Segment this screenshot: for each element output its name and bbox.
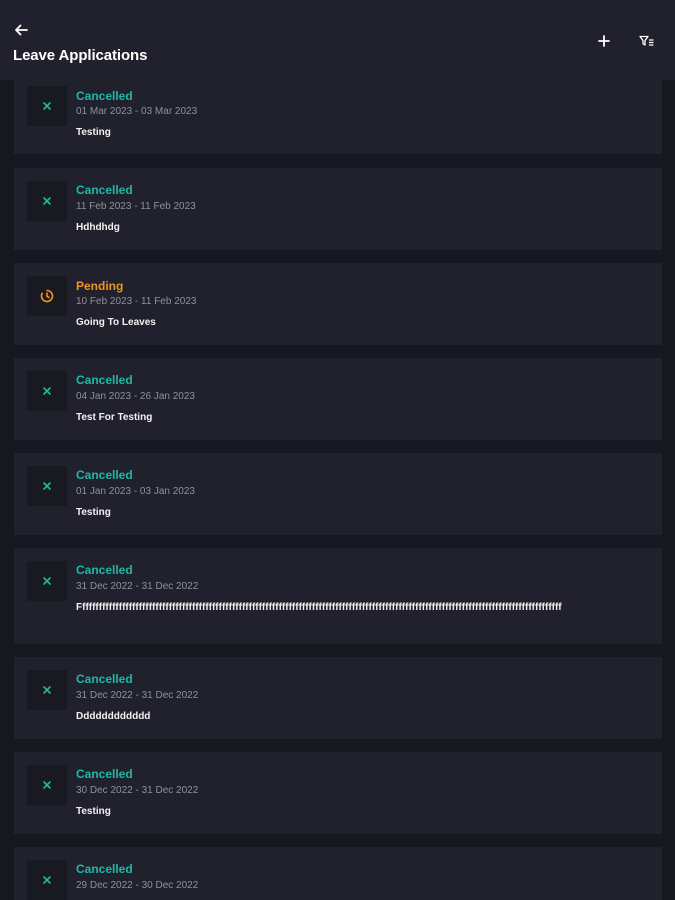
- leave-status: Cancelled: [76, 672, 133, 686]
- leave-status: Cancelled: [76, 563, 133, 577]
- app-screen: Cancelled 01 Mar 2023 - 03 Mar 2023 Test…: [0, 0, 675, 900]
- page-title: Leave Applications: [13, 47, 148, 64]
- cancelled-icon: [27, 86, 67, 126]
- arrow-left-icon: [15, 24, 28, 36]
- leave-card[interactable]: Cancelled 01 Jan 2023 - 03 Jan 2023 Test…: [14, 453, 662, 535]
- cancelled-icon: [27, 860, 67, 900]
- leave-status: Cancelled: [76, 183, 133, 197]
- back-button[interactable]: [12, 22, 30, 38]
- leave-reason: Testing: [76, 806, 111, 817]
- cancelled-icon: [27, 181, 67, 221]
- leave-reason: Ffffffffffffffffffffffffffffffffffffffff…: [76, 602, 562, 613]
- leave-dates: 10 Feb 2023 - 11 Feb 2023: [76, 296, 197, 307]
- leave-dates: 29 Dec 2022 - 30 Dec 2022: [76, 880, 199, 891]
- leave-reason: Testing: [76, 127, 111, 138]
- leave-card[interactable]: Cancelled 31 Dec 2022 - 31 Dec 2022 Ffff…: [14, 548, 662, 644]
- plus-icon: [598, 35, 610, 47]
- cancelled-icon: [27, 466, 67, 506]
- leave-dates: 04 Jan 2023 - 26 Jan 2023: [76, 391, 195, 402]
- leave-reason: Going To Leaves: [76, 317, 156, 328]
- leave-card[interactable]: Cancelled 31 Dec 2022 - 31 Dec 2022 Dddd…: [14, 657, 662, 739]
- clock-icon: [27, 276, 67, 316]
- leave-list[interactable]: Cancelled 01 Mar 2023 - 03 Mar 2023 Test…: [0, 0, 675, 900]
- cancelled-icon: [27, 371, 67, 411]
- leave-dates: 11 Feb 2023 - 11 Feb 2023: [76, 201, 196, 212]
- leave-reason: Testing: [76, 507, 111, 518]
- leave-dates: 30 Dec 2022 - 31 Dec 2022: [76, 785, 199, 796]
- leave-reason: Test For Testing: [76, 412, 153, 423]
- filter-button[interactable]: [637, 33, 655, 49]
- leave-reason: Dddddddddddd: [76, 711, 151, 722]
- leave-card[interactable]: Cancelled 04 Jan 2023 - 26 Jan 2023 Test…: [14, 358, 662, 440]
- leave-card[interactable]: Cancelled 11 Feb 2023 - 11 Feb 2023 Hdhd…: [14, 168, 662, 250]
- add-leave-button[interactable]: [596, 33, 612, 49]
- leave-card[interactable]: Pending 10 Feb 2023 - 11 Feb 2023 Going …: [14, 263, 662, 345]
- leave-status: Pending: [76, 279, 124, 293]
- filter-icon: [638, 35, 654, 46]
- leave-card[interactable]: Cancelled 01 Mar 2023 - 03 Mar 2023 Test…: [14, 72, 662, 154]
- leave-status: Cancelled: [76, 767, 133, 781]
- leave-dates: 31 Dec 2022 - 31 Dec 2022: [76, 690, 199, 701]
- leave-status: Cancelled: [76, 89, 133, 103]
- cancelled-icon: [27, 765, 67, 805]
- leave-status: Cancelled: [76, 862, 133, 876]
- leave-card[interactable]: Cancelled 29 Dec 2022 - 30 Dec 2022: [14, 847, 662, 900]
- leave-dates: 01 Mar 2023 - 03 Mar 2023: [76, 106, 198, 117]
- leave-dates: 31 Dec 2022 - 31 Dec 2022: [76, 581, 199, 592]
- leave-card[interactable]: Cancelled 30 Dec 2022 - 31 Dec 2022 Test…: [14, 752, 662, 834]
- app-bar: Leave Applications: [0, 0, 675, 80]
- leave-status: Cancelled: [76, 373, 133, 387]
- leave-reason: Hdhdhdg: [76, 222, 120, 233]
- cancelled-icon: [27, 561, 67, 601]
- cancelled-icon: [27, 670, 67, 710]
- leave-dates: 01 Jan 2023 - 03 Jan 2023: [76, 486, 195, 497]
- leave-status: Cancelled: [76, 468, 133, 482]
